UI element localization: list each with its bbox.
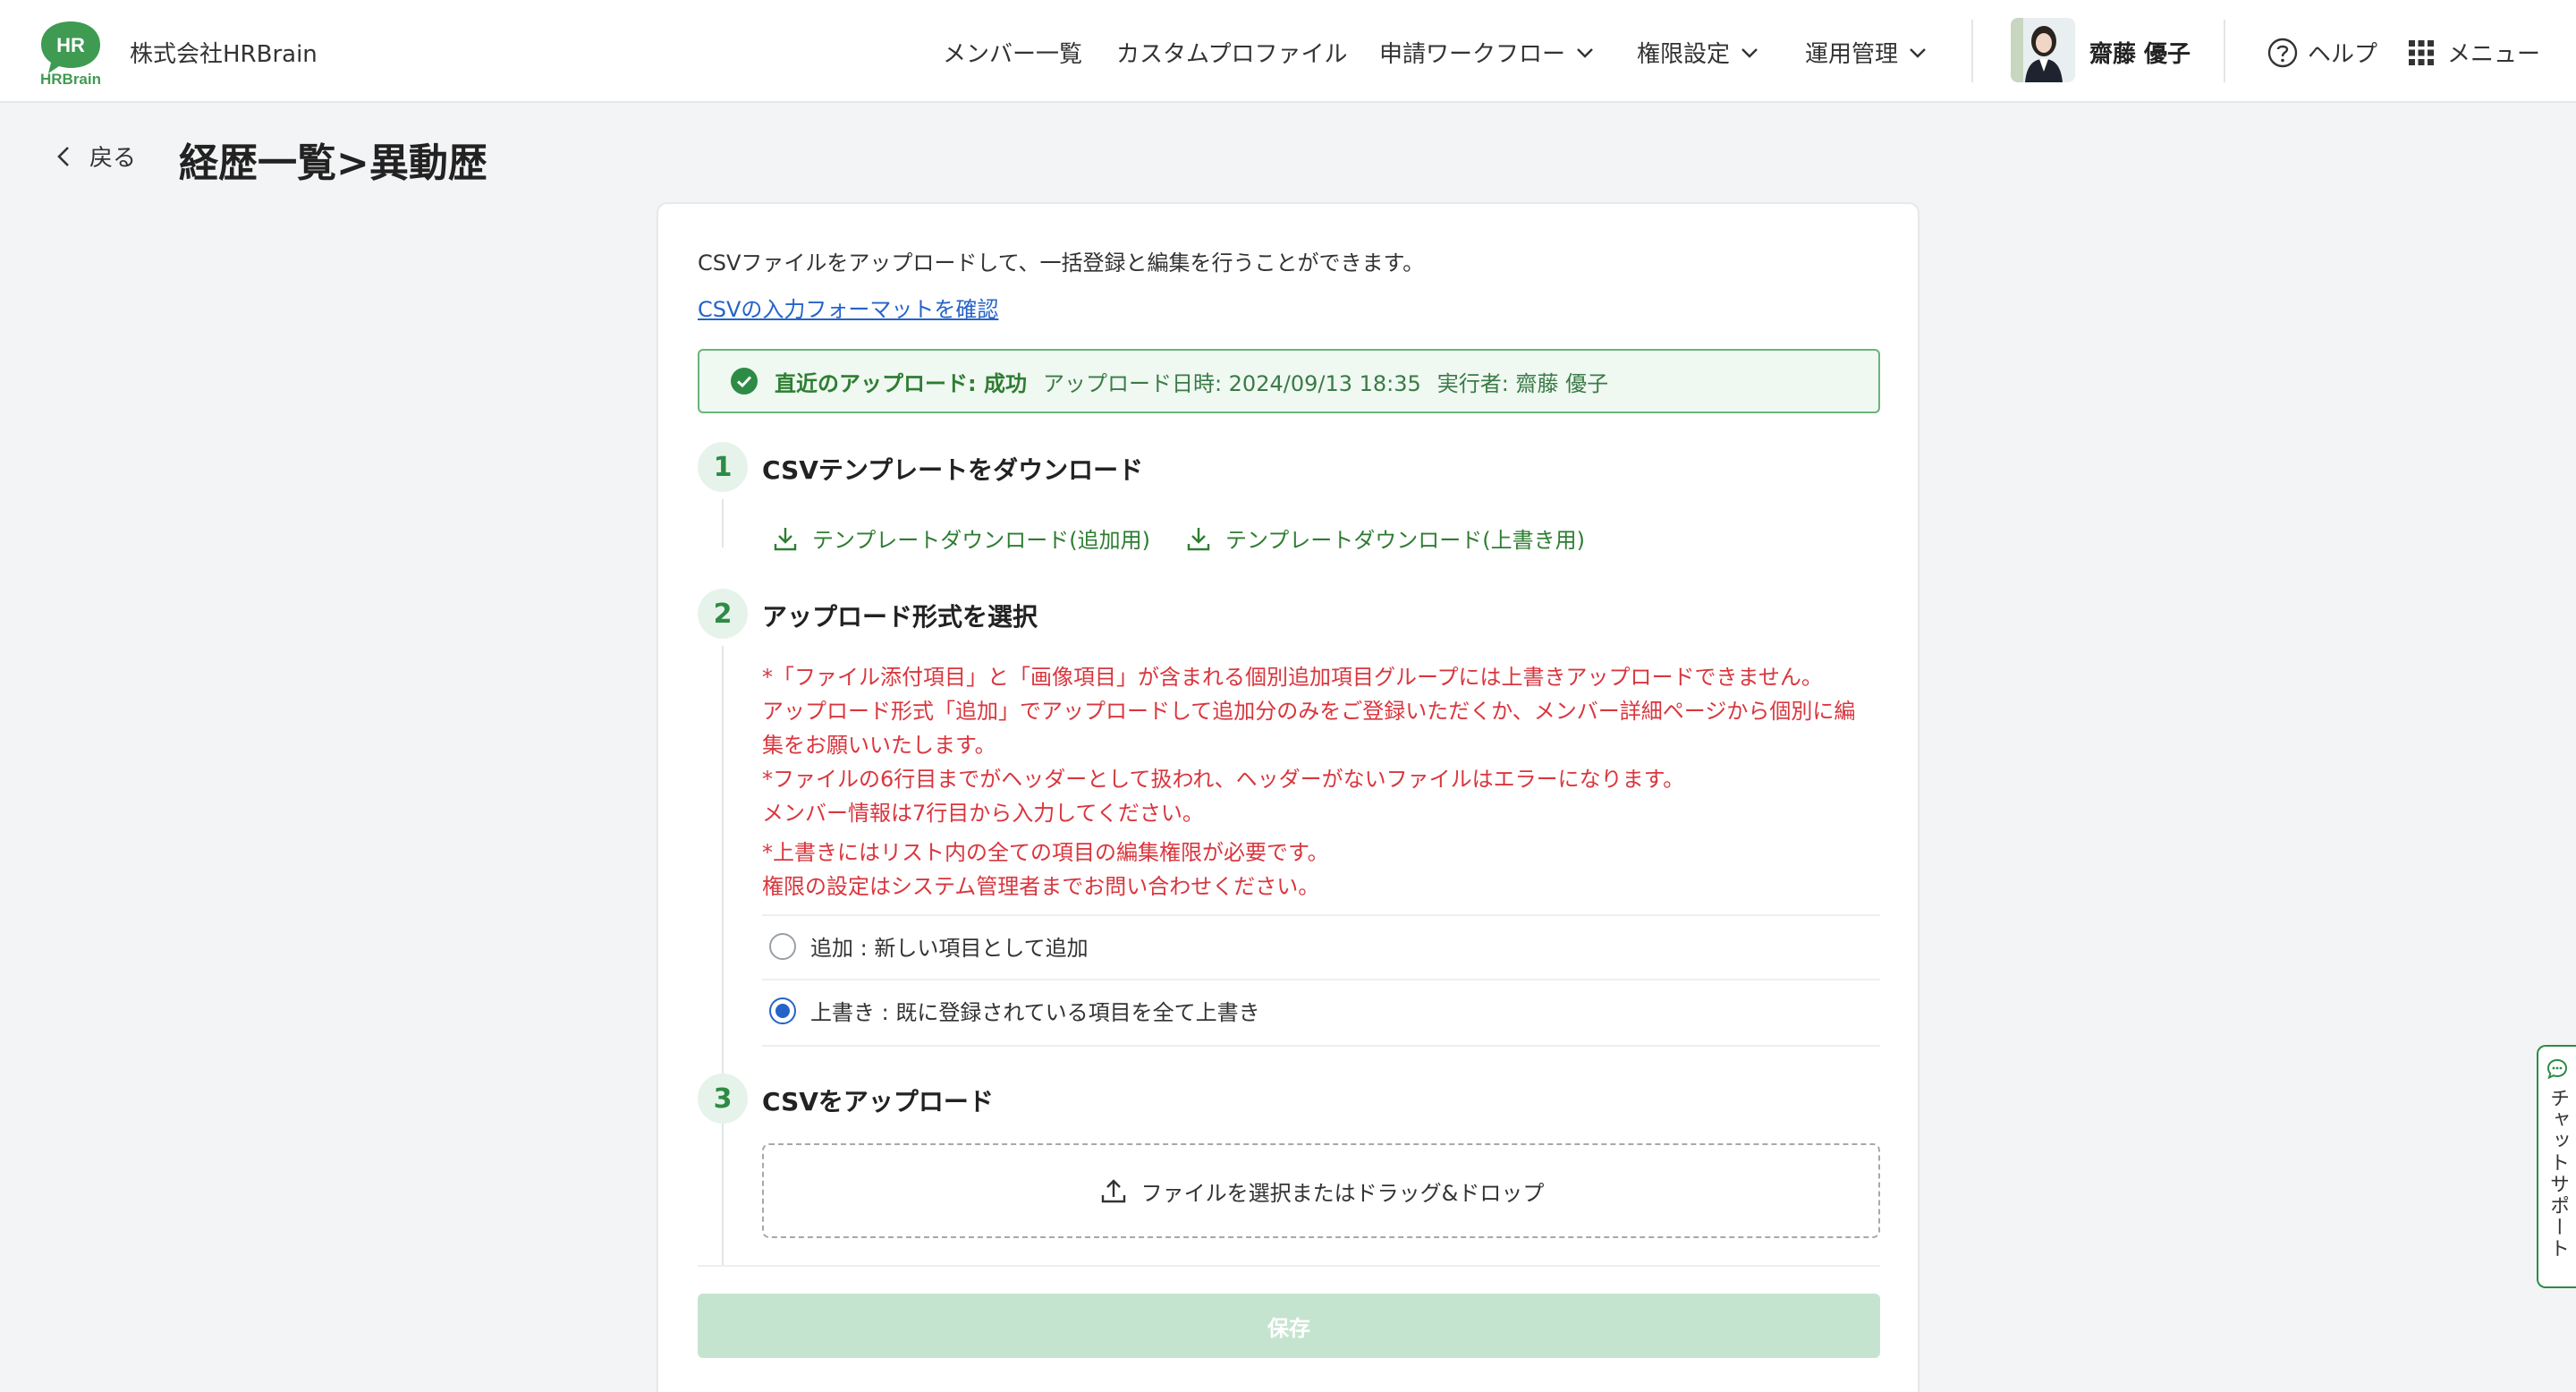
status-label: 直近のアップロード: 成功: [775, 370, 1027, 396]
upload-icon: [1101, 1179, 1125, 1203]
chat-support-tab[interactable]: チャットサポート: [2537, 1045, 2576, 1288]
menu-label: メニュー: [2447, 41, 2541, 68]
step-2-badge: 2: [698, 589, 748, 639]
radio-option-add[interactable]: 追加 : 新しい項目として追加: [769, 930, 1089, 962]
chat-bubble-icon: [2546, 1058, 2568, 1080]
nav-permissions[interactable]: 権限設定: [1637, 36, 1760, 69]
nav-custom-profile[interactable]: カスタムプロファイル: [1116, 36, 1347, 69]
warning-line: アップロード形式「追加」でアップロードして追加分のみをご登録いただくか、メンバー…: [762, 699, 1856, 724]
csv-upload-card: CSVファイルをアップロードして、一括登録と編集を行うことができます。 CSVの…: [657, 202, 1919, 1392]
step-1-badge: 1: [698, 442, 748, 492]
warning-line: *「ファイル添付項目」と「画像項目」が含まれる個別追加項目グループには上書きアッ…: [762, 665, 1823, 690]
nav-operations-label: 運用管理: [1805, 41, 1899, 68]
warning-line: 集をお願いいたします。: [762, 733, 996, 758]
download-template-add[interactable]: テンプレートダウンロード(追加用): [771, 522, 1150, 554]
radio-option-add-label: 追加 : 新しい項目として追加: [810, 936, 1089, 961]
nav-workflow[interactable]: 申請ワークフロー: [1379, 36, 1596, 69]
company-name: 株式会社HRBrain: [130, 41, 318, 68]
svg-text:HRBrain: HRBrain: [40, 71, 101, 86]
check-circle-icon: [731, 368, 758, 395]
help-button[interactable]: ヘルプ: [2267, 36, 2377, 69]
upload-executor: 実行者: 齋藤 優子: [1436, 370, 1609, 396]
top-header: HR HRBrain 株式会社HRBrain メンバー一覧 カスタムプロファイル…: [0, 0, 2576, 103]
divider: [762, 1045, 1880, 1047]
radio-option-overwrite-label: 上書き : 既に登録されている項目を全て上書き: [810, 1000, 1260, 1025]
warning-line: *ファイルの6行目までがヘッダーとして扱われ、ヘッダーがないファイルはエラーにな…: [762, 767, 1685, 792]
step-3-title: CSVをアップロード: [762, 1087, 994, 1116]
radio-option-overwrite[interactable]: 上書き : 既に登録されている項目を全て上書き: [769, 995, 1260, 1026]
warning-line: *上書きにはリスト内の全ての項目の編集権限が必要です。: [762, 840, 1329, 865]
nav-workflow-label: 申請ワークフロー: [1379, 41, 1566, 68]
chevron-down-icon: [1910, 47, 1926, 58]
user-name[interactable]: 齋藤 優子: [2089, 36, 2190, 69]
step-connector: [722, 1131, 724, 1265]
help-label: ヘルプ: [2308, 41, 2378, 68]
download-icon: [774, 527, 797, 550]
back-label: 戻る: [89, 145, 137, 172]
nav-members[interactable]: メンバー一覧: [943, 36, 1082, 69]
warning-line: メンバー情報は7行目から入力してください。: [762, 801, 1204, 826]
step-3-badge: 3: [698, 1074, 748, 1124]
save-button[interactable]: 保存: [698, 1294, 1880, 1358]
back-button[interactable]: 戻る: [52, 140, 136, 173]
warning-line: 権限の設定はシステム管理者までお問い合わせください。: [762, 874, 1320, 899]
help-icon: [2267, 38, 2298, 67]
file-dropzone-label: ファイルを選択またはドラッグ&ドロップ: [1140, 1180, 1545, 1206]
nav-members-label: メンバー一覧: [943, 41, 1083, 68]
download-template-overwrite[interactable]: テンプレートダウンロード(上書き用): [1184, 522, 1585, 554]
header-divider: [1971, 20, 1973, 82]
chevron-down-icon: [1741, 47, 1758, 58]
file-dropzone[interactable]: ファイルを選択またはドラッグ&ドロップ: [762, 1143, 1880, 1238]
download-template-add-label: テンプレートダウンロード(追加用): [812, 528, 1151, 553]
hrbrain-logo[interactable]: HR HRBrain: [36, 18, 106, 88]
chevron-left-icon: [57, 146, 69, 166]
step-connector: [722, 499, 724, 547]
step-2-title: アップロード形式を選択: [762, 602, 1038, 632]
download-template-overwrite-label: テンプレートダウンロード(上書き用): [1225, 528, 1586, 553]
nav-permissions-label: 権限設定: [1637, 41, 1731, 68]
upload-datetime: アップロード日時: 2024/09/13 18:35: [1042, 370, 1421, 396]
chat-support-label: チャットサポート: [2546, 1088, 2569, 1260]
divider: [762, 979, 1880, 980]
nav-custom-profile-label: カスタムプロファイル: [1116, 41, 1348, 68]
divider: [698, 1265, 1880, 1267]
nav-operations[interactable]: 運用管理: [1805, 36, 1928, 69]
csv-format-link[interactable]: CSVの入力フォーマットを確認: [698, 292, 998, 323]
grid-menu-icon: [2409, 39, 2434, 65]
radio-overwrite[interactable]: [769, 997, 796, 1024]
chevron-down-icon: [1577, 47, 1593, 58]
download-icon: [1187, 527, 1210, 550]
page-title: 経歴一覧>異動歴: [179, 140, 487, 186]
intro-text: CSVファイルをアップロードして、一括登録と編集を行うことができます。: [698, 250, 1425, 276]
avatar[interactable]: [2011, 18, 2075, 82]
svg-text:HR: HR: [56, 34, 85, 56]
radio-add[interactable]: [769, 932, 796, 960]
upload-status-banner: 直近のアップロード: 成功 アップロード日時: 2024/09/13 18:35…: [698, 349, 1880, 413]
divider: [762, 914, 1880, 916]
header-divider: [2224, 20, 2225, 82]
step-1-title: CSVテンプレートをダウンロード: [762, 455, 1144, 485]
menu-button[interactable]: メニュー: [2408, 36, 2540, 69]
